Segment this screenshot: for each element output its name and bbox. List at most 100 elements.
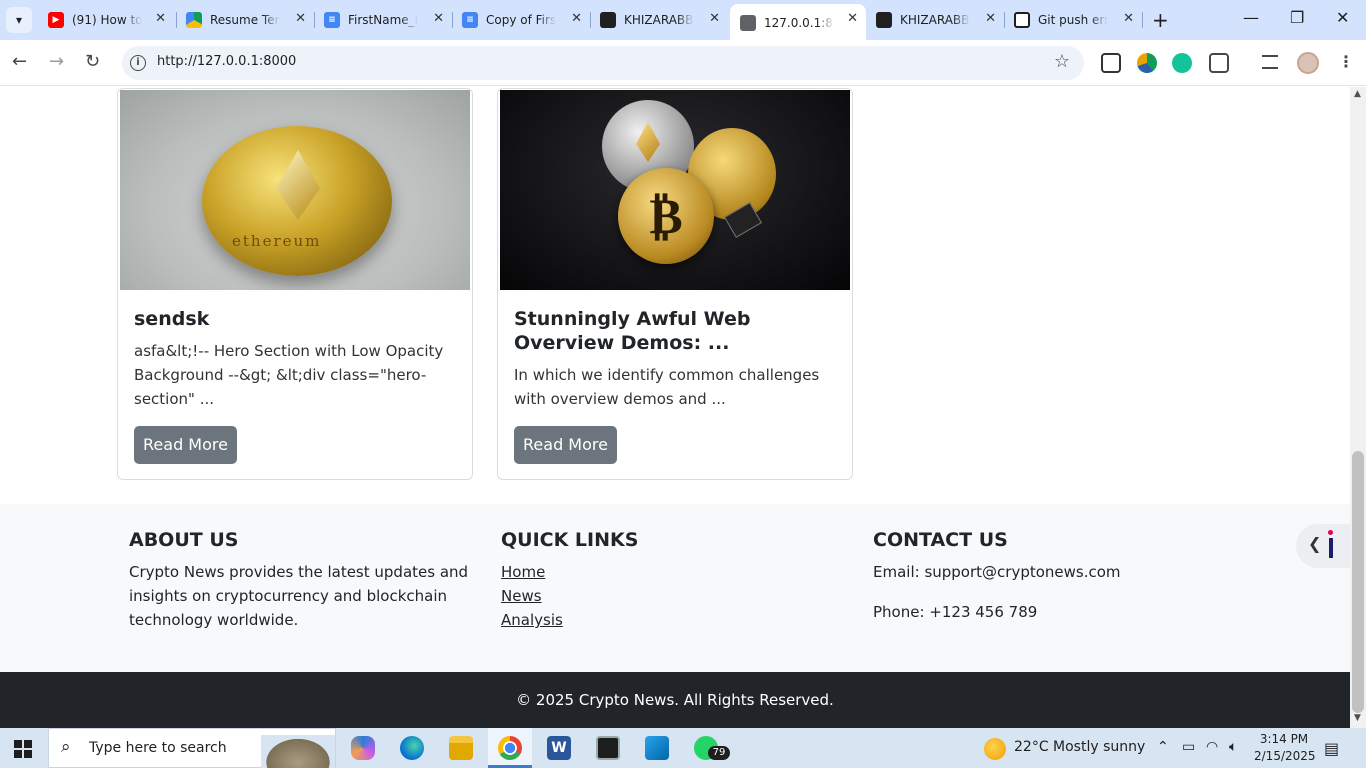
search-placeholder: Type here to search — [89, 740, 227, 756]
file-explorer-icon[interactable] — [449, 736, 473, 760]
footer-quick-links: QUICK LINKS Home News Analysis — [501, 528, 841, 632]
close-tab-icon[interactable]: ✕ — [1123, 11, 1134, 26]
scrollbar-thumb[interactable] — [1352, 451, 1364, 713]
close-window-button[interactable]: ✕ — [1336, 8, 1349, 27]
grammarly-icon[interactable] — [1172, 53, 1192, 73]
article-excerpt: In which we identify common challenges w… — [514, 366, 820, 408]
scroll-up-arrow-icon[interactable]: ▲ — [1354, 89, 1361, 99]
article-excerpt: asfa&lt;!-- Hero Section with Low Opacit… — [134, 342, 444, 408]
restore-button[interactable]: ❐ — [1290, 8, 1304, 27]
tab-title: Copy of First — [486, 13, 556, 27]
scroll-down-arrow-icon[interactable]: ▼ — [1354, 713, 1361, 723]
minimize-button[interactable]: — — [1243, 8, 1259, 27]
article-card: ethereum sendsk asfa&lt;!-- Hero Section… — [117, 88, 473, 480]
extensions-puzzle-icon[interactable] — [1209, 53, 1229, 73]
url-text[interactable]: http://127.0.0.1:8000 — [157, 54, 296, 69]
read-more-button[interactable]: Read More — [514, 426, 617, 464]
browser-tab-strip: ▾ ▶ (91) How to ✕ Resume Tem ✕ ≡ FirstNa… — [0, 0, 1366, 40]
edge-icon[interactable] — [400, 736, 424, 760]
profile-avatar[interactable] — [1297, 52, 1319, 74]
address-bar[interactable]: i http://127.0.0.1:8000 ☆ — [122, 46, 1084, 80]
browser-toolbar: ← → ↻ i http://127.0.0.1:8000 ☆ — [0, 40, 1366, 86]
new-tab-button[interactable]: + — [1152, 8, 1169, 32]
read-more-button[interactable]: Read More — [134, 426, 237, 464]
google-docs-icon: ≡ — [324, 12, 340, 28]
back-button[interactable]: ← — [12, 51, 27, 72]
tab-copy-of-doc[interactable]: ≡ Copy of First ✕ — [452, 6, 590, 34]
google-drive-icon — [186, 12, 202, 28]
tab-firstname-doc[interactable]: ≡ FirstName_La ✕ — [314, 6, 452, 34]
site-footer: ABOUT US Crypto News provides the latest… — [0, 504, 1350, 672]
tab-title: (91) How to — [72, 13, 142, 27]
ethereum-coin-image: ethereum — [120, 90, 470, 290]
taskbar-search-box[interactable]: ⌕ Type here to search — [48, 728, 336, 768]
weather-text[interactable]: 22°C Mostly sunny — [1014, 739, 1145, 755]
terminal-icon[interactable] — [596, 736, 620, 760]
word-icon[interactable]: W — [547, 736, 571, 760]
bookmark-star-icon[interactable]: ☆ — [1054, 51, 1070, 72]
footer-contact: CONTACT US Email: support@cryptonews.com… — [873, 528, 1213, 624]
tab-git-push-error[interactable]: Git push erro ✕ — [1004, 6, 1142, 34]
close-tab-icon[interactable]: ✕ — [709, 11, 720, 26]
wifi-icon[interactable]: ◠ — [1206, 739, 1218, 755]
tab-title: Resume Tem — [210, 13, 280, 27]
tab-localhost[interactable]: 127.0.0.1:800 ✕ — [730, 4, 866, 40]
close-tab-icon[interactable]: ✕ — [571, 11, 582, 26]
footer-link-news[interactable]: News — [501, 584, 841, 608]
close-tab-icon[interactable]: ✕ — [847, 11, 858, 26]
tab-title: FirstName_La — [348, 13, 418, 27]
extension-icon[interactable] — [1137, 53, 1157, 73]
whatsapp-badge: 79 — [708, 746, 730, 760]
tab-github-1[interactable]: KHIZARABBA ✕ — [590, 6, 728, 34]
close-tab-icon[interactable]: ✕ — [985, 11, 996, 26]
vscode-icon[interactable] — [645, 736, 669, 760]
tab-github-2[interactable]: KHIZARABBA ✕ — [866, 6, 1004, 34]
footer-heading: CONTACT US — [873, 529, 1008, 551]
crypto-coins-image: ₿ — [500, 90, 850, 290]
footer-heading: ABOUT US — [129, 529, 239, 551]
article-card: ₿ Stunningly Awful Web Overview Demos: .… — [497, 88, 853, 480]
footer-link-home[interactable]: Home — [501, 560, 841, 584]
page-scrollbar[interactable]: ▲ ▼ — [1350, 87, 1366, 728]
bitcoin-coin: ₿ — [618, 168, 714, 264]
tab-title: Git push erro — [1038, 13, 1108, 27]
chevron-left-icon: ❮ — [1308, 534, 1322, 553]
tab-title: KHIZARABBA — [900, 13, 970, 27]
browser-menu-icon[interactable]: ⋮ — [1338, 52, 1354, 71]
tab-search-button[interactable]: ▾ — [6, 7, 32, 33]
system-clock[interactable]: 3:14 PM 2/15/2025 — [1254, 731, 1316, 765]
bitcoin-symbol-icon: ₿ — [649, 186, 683, 245]
sidebar-toggle-button[interactable]: ❮ — [1296, 524, 1350, 568]
reload-button[interactable]: ↻ — [85, 51, 100, 72]
tab-youtube[interactable]: ▶ (91) How to ✕ — [38, 6, 174, 34]
chevron-up-icon[interactable]: ⌃ — [1157, 739, 1169, 755]
media-control-icon[interactable] — [1262, 55, 1278, 69]
chatgpt-icon — [1014, 12, 1030, 28]
close-tab-icon[interactable]: ✕ — [433, 11, 444, 26]
footer-heading: QUICK LINKS — [501, 529, 639, 551]
page-viewport: ethereum sendsk asfa&lt;!-- Hero Section… — [0, 87, 1350, 728]
tab-resume[interactable]: Resume Tem ✕ — [176, 6, 314, 34]
cast-extension-icon[interactable] — [1101, 53, 1121, 73]
windows-start-icon[interactable] — [14, 740, 32, 758]
copilot-icon[interactable] — [351, 736, 375, 760]
footer-link-analysis[interactable]: Analysis — [501, 608, 841, 632]
forward-button[interactable]: → — [49, 51, 64, 72]
close-tab-icon[interactable]: ✕ — [295, 11, 306, 26]
volume-icon[interactable]: 🔈︎ — [1229, 739, 1237, 755]
site-info-icon[interactable]: i — [130, 55, 146, 71]
battery-icon[interactable]: ▭ — [1182, 739, 1195, 755]
google-docs-icon: ≡ — [462, 12, 478, 28]
close-tab-icon[interactable]: ✕ — [155, 11, 166, 26]
ethereum-logo-icon — [276, 150, 320, 220]
globe-icon — [740, 15, 756, 31]
weather-sun-icon[interactable] — [984, 738, 1006, 760]
clock-date: 2/15/2025 — [1254, 749, 1316, 763]
notification-icon[interactable]: ▤ — [1324, 739, 1339, 758]
coin-inscription: ethereum — [232, 232, 322, 250]
clock-time: 3:14 PM — [1259, 732, 1309, 746]
chrome-icon[interactable] — [498, 736, 522, 760]
github-icon — [600, 12, 616, 28]
github-icon — [876, 12, 892, 28]
tab-title: KHIZARABBA — [624, 13, 694, 27]
